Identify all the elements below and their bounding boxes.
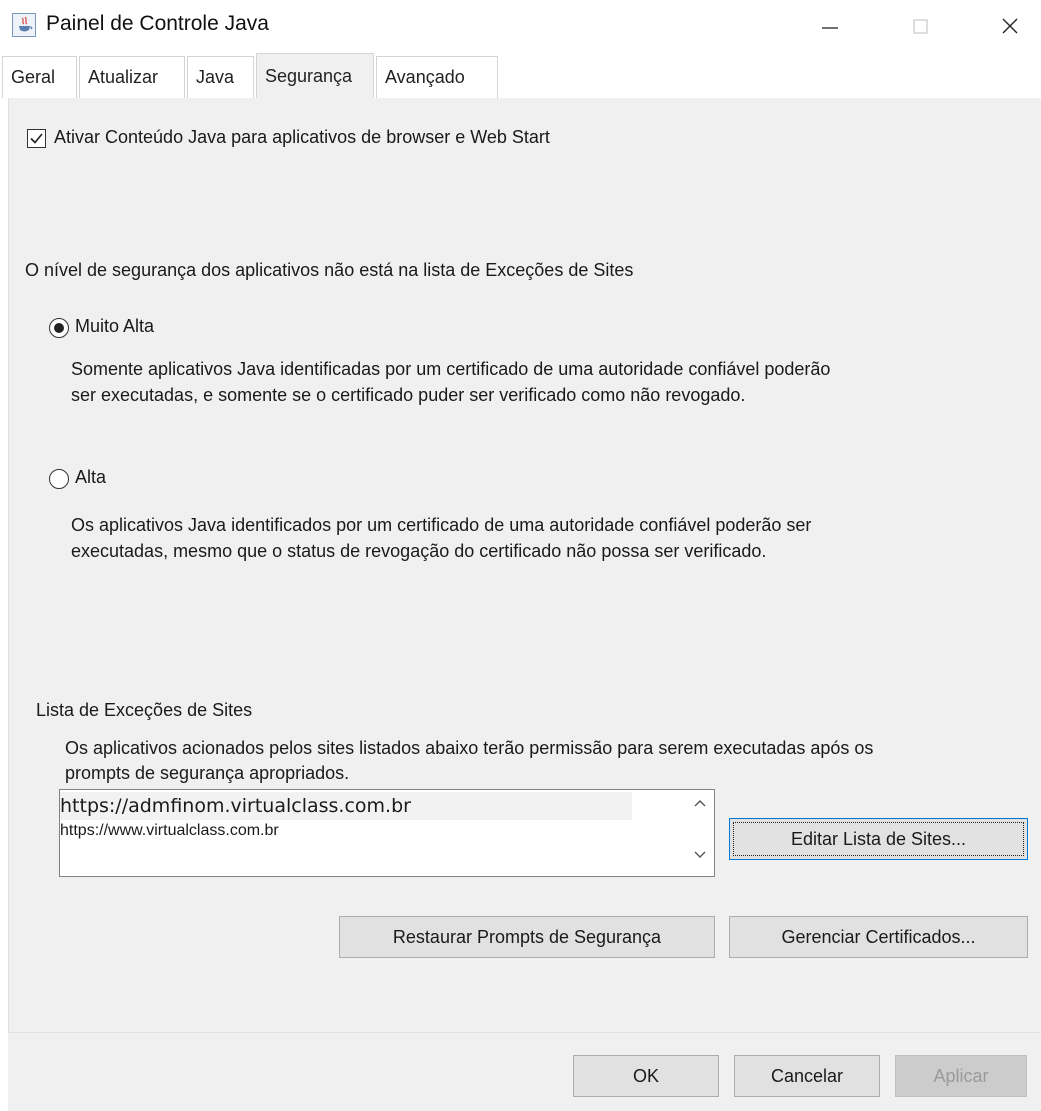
close-icon — [1002, 18, 1018, 34]
window-title: Painel de Controle Java — [46, 12, 269, 35]
ok-button[interactable]: OK — [573, 1055, 719, 1097]
apply-button[interactable]: Aplicar — [895, 1055, 1027, 1097]
very-high-description-line1: Somente aplicativos Java identificadas p… — [71, 359, 831, 379]
tab-avancado[interactable]: Avançado — [376, 56, 498, 98]
list-item[interactable]: https://admfinom.virtualclass.com.br — [60, 792, 632, 820]
tab-geral[interactable]: Geral — [2, 56, 77, 98]
chevron-up-icon — [694, 800, 706, 807]
site-exception-list[interactable]: https://admfinom.virtualclass.com.br htt… — [59, 789, 715, 877]
cancel-label: Cancelar — [770, 1065, 844, 1086]
exceptions-description-line1: Os aplicativos acionados pelos sites lis… — [65, 738, 874, 758]
very-high-label[interactable]: Muito Alta — [75, 316, 154, 337]
ok-label: OK — [632, 1065, 659, 1086]
tab-atualizar[interactable]: Atualizar — [79, 56, 185, 98]
radio-selected-dot — [54, 323, 64, 333]
edit-site-list-button[interactable]: Editar Lista de Sites... — [729, 818, 1028, 860]
cancel-button[interactable]: Cancelar — [734, 1055, 880, 1097]
high-description-line1: Os aplicativos Java identificados por um… — [71, 515, 812, 535]
java-icon — [12, 13, 36, 37]
high-radio[interactable] — [49, 469, 69, 489]
tab-seguranca[interactable]: Segurança — [256, 53, 374, 98]
manage-certificates-label: Gerenciar Certificados... — [781, 926, 976, 947]
very-high-radio[interactable] — [49, 318, 69, 338]
very-high-description-line2: ser executadas, e somente se o certifica… — [71, 385, 746, 405]
security-level-heading: O nível de segurança dos aplicativos não… — [25, 260, 634, 280]
footer-bar: OK Cancelar Aplicar — [8, 1033, 1041, 1111]
chevron-down-icon — [694, 851, 706, 858]
list-scrollbar[interactable] — [686, 790, 714, 876]
exceptions-heading: Lista de Exceções de Sites — [36, 700, 253, 720]
enable-java-checkbox[interactable] — [27, 129, 46, 148]
enable-java-label[interactable]: Ativar Conteúdo Java para aplicativos de… — [54, 127, 550, 148]
manage-certificates-button[interactable]: Gerenciar Certificados... — [729, 916, 1028, 958]
checkmark-icon — [30, 133, 43, 144]
tab-strip: Geral Atualizar Java Segurança Avançado — [0, 53, 1041, 98]
maximize-button[interactable] — [890, 0, 950, 52]
apply-label: Aplicar — [933, 1065, 989, 1086]
security-panel: Ativar Conteúdo Java para aplicativos de… — [8, 98, 1041, 1032]
restore-security-prompts-button[interactable]: Restaurar Prompts de Segurança — [339, 916, 715, 958]
list-item[interactable]: https://www.virtualclass.com.br — [60, 820, 279, 842]
close-button[interactable] — [980, 0, 1040, 52]
title-bar: Painel de Controle Java — [0, 0, 1041, 52]
high-description-line2: executadas, mesmo que o status de revoga… — [71, 541, 767, 561]
focus-ring — [733, 822, 1024, 856]
exceptions-description-line2: prompts de segurança apropriados. — [65, 763, 350, 783]
restore-security-prompts-label: Restaurar Prompts de Segurança — [392, 926, 662, 947]
tab-java[interactable]: Java — [187, 56, 254, 98]
high-label[interactable]: Alta — [75, 467, 106, 488]
minimize-button[interactable] — [800, 0, 860, 52]
